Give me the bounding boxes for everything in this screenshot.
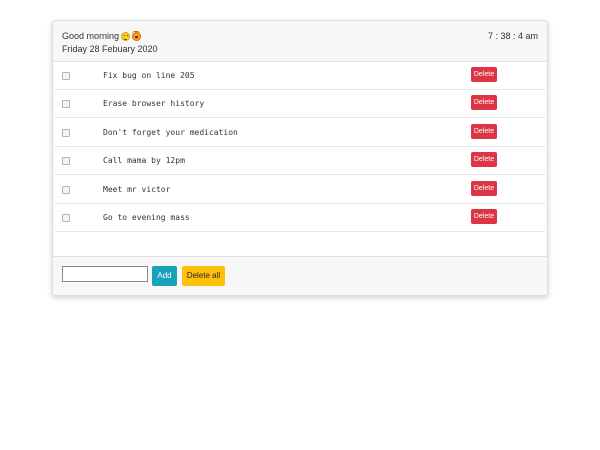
- delete-button[interactable]: Delete: [471, 124, 497, 139]
- delete-button[interactable]: Delete: [471, 181, 497, 196]
- new-todo-input[interactable]: [62, 266, 148, 282]
- todo-text: Fix bug on line 205: [103, 71, 195, 80]
- todo-item: Don't forget your medication Delete: [53, 119, 547, 147]
- card-header: Good morning Friday 28 Febuary 2020 7 : …: [53, 21, 547, 62]
- greeting-text: Good morning: [62, 31, 120, 41]
- current-time: 7 : 38 : 4 am: [487, 31, 538, 41]
- delete-button[interactable]: Delete: [471, 67, 497, 82]
- delete-all-button[interactable]: Delete all: [182, 266, 225, 286]
- todo-item: Fix bug on line 205 Delete: [53, 62, 547, 90]
- todo-checkbox[interactable]: [62, 129, 70, 137]
- todo-text: Call mama by 12pm: [103, 156, 185, 165]
- todo-checkbox[interactable]: [62, 186, 70, 194]
- todo-checkbox[interactable]: [62, 214, 70, 222]
- add-button[interactable]: Add: [152, 266, 177, 286]
- todo-item: Call mama by 12pm Delete: [53, 147, 547, 175]
- todo-text: Don't forget your medication: [103, 128, 238, 137]
- card-footer: Add Delete all: [53, 256, 547, 295]
- delete-button[interactable]: Delete: [471, 95, 497, 110]
- todo-text: Meet mr victor: [103, 185, 171, 194]
- todo-item: Go to evening mass Delete: [53, 204, 547, 232]
- todo-checkbox[interactable]: [62, 72, 70, 80]
- delete-button[interactable]: Delete: [471, 209, 497, 224]
- greeting: Good morning: [62, 31, 142, 42]
- smiling-face-icon: [121, 32, 131, 41]
- delete-button[interactable]: Delete: [471, 152, 497, 167]
- todo-item: Erase browser history Delete: [53, 90, 547, 118]
- todo-text: Go to evening mass: [103, 213, 190, 222]
- current-date: Friday 28 Febuary 2020: [62, 44, 158, 54]
- sun-face-icon: [132, 31, 142, 41]
- todo-checkbox[interactable]: [62, 100, 70, 108]
- todo-text: Erase browser history: [103, 99, 205, 108]
- todo-checkbox[interactable]: [62, 157, 70, 165]
- todo-item: Meet mr victor Delete: [53, 176, 547, 204]
- todo-card: Good morning Friday 28 Febuary 2020 7 : …: [52, 20, 548, 296]
